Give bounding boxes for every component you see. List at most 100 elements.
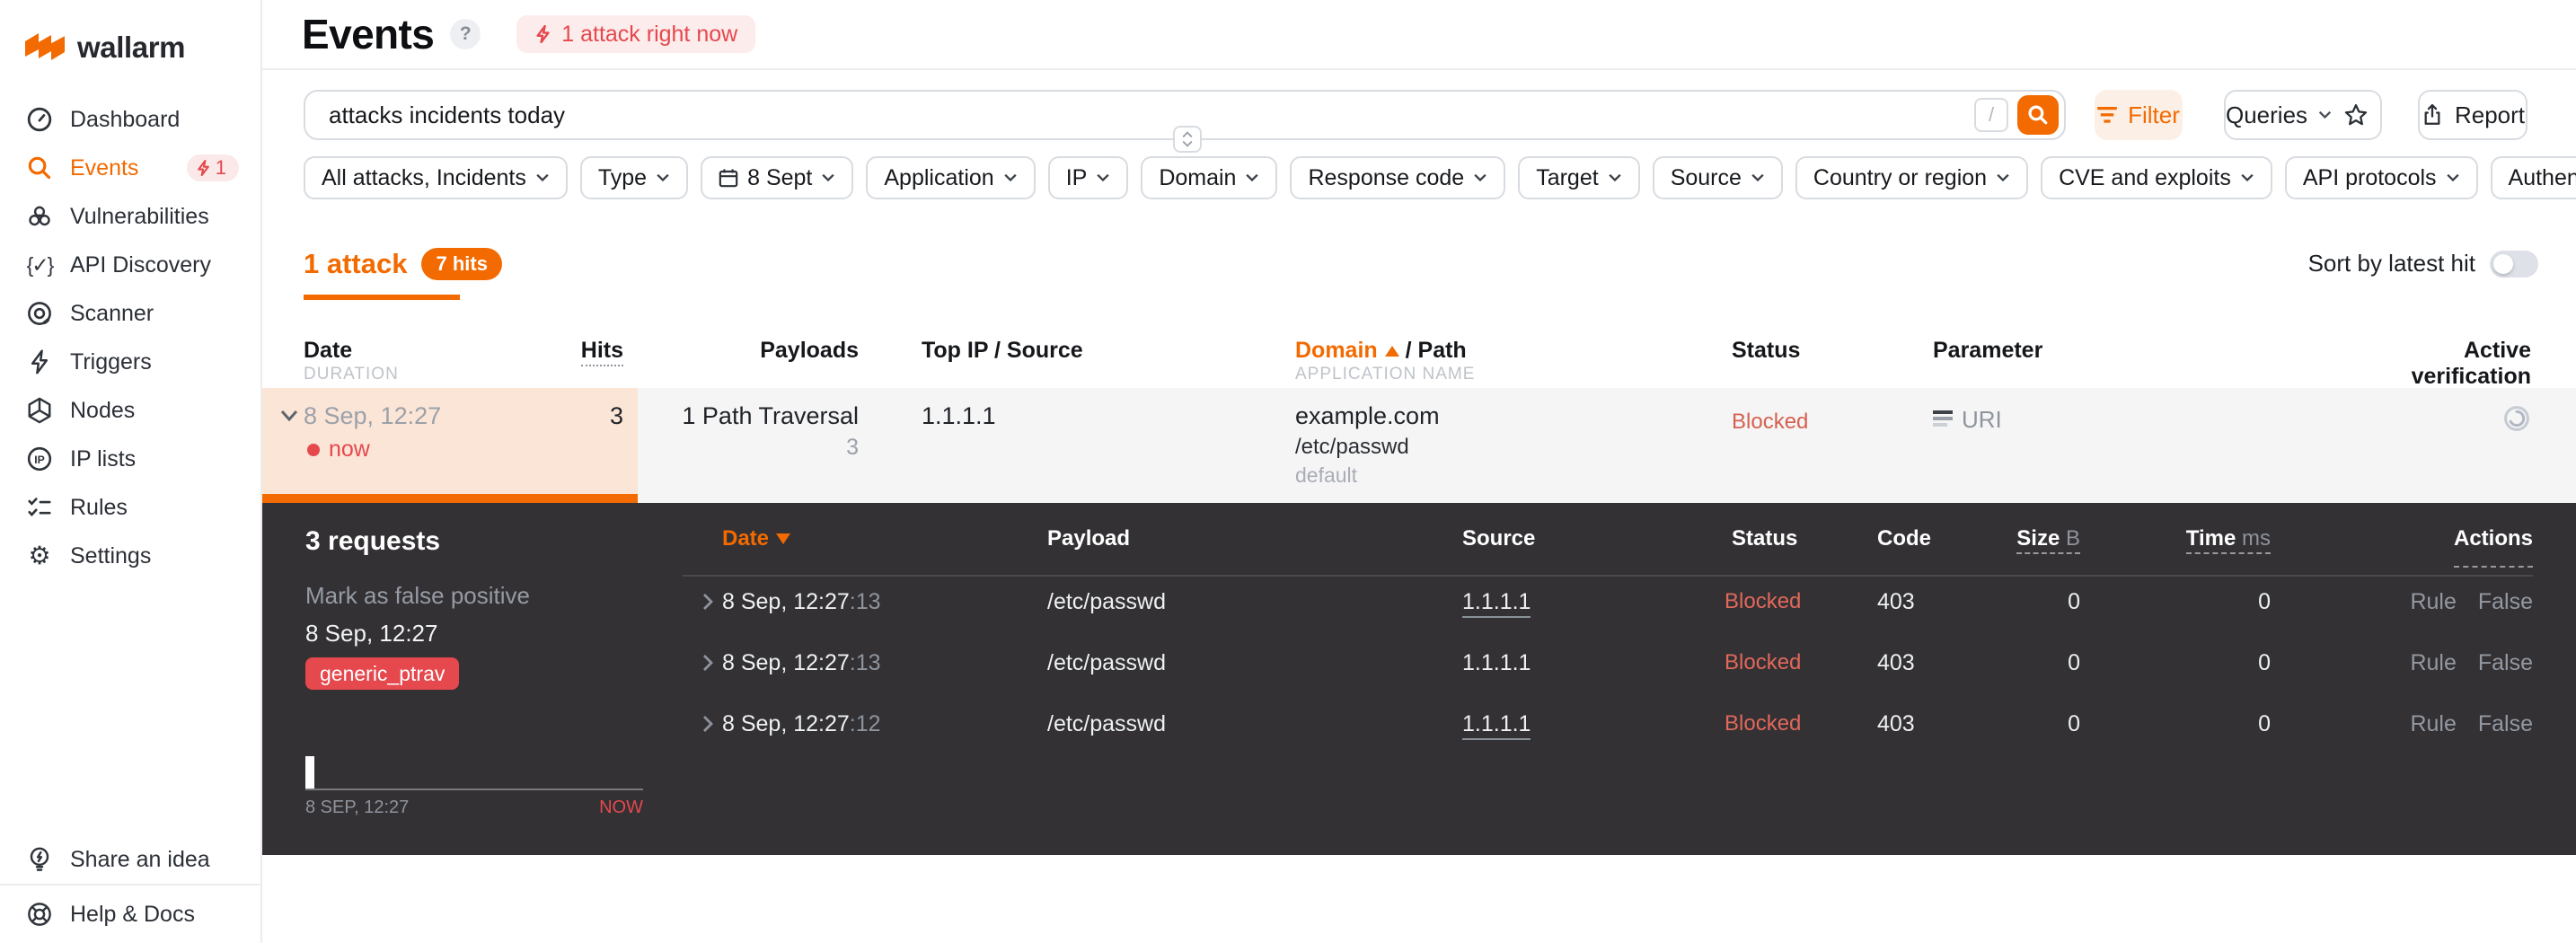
chevron-down-icon bbox=[1751, 173, 1764, 182]
requests-histogram-bar bbox=[305, 756, 314, 789]
sidebar-item-label: Nodes bbox=[70, 397, 136, 423]
sidebar-item-scanner[interactable]: Scanner bbox=[0, 289, 260, 338]
collapse-chevron-icon[interactable] bbox=[280, 410, 298, 422]
gauge-icon bbox=[25, 106, 54, 133]
rule-action[interactable]: Rule bbox=[2410, 632, 2456, 693]
filter-chip-api-protocols[interactable]: API protocols bbox=[2284, 156, 2478, 199]
histogram-axis-labels: 8 SEP, 12:27 NOW bbox=[305, 798, 643, 818]
chevron-down-icon bbox=[536, 173, 549, 182]
toggle-knob bbox=[2493, 253, 2513, 274]
request-row[interactable]: 8 Sep, 12:27:13 /etc/passwd 1.1.1.1 Bloc… bbox=[262, 571, 2576, 632]
header-parameter: Parameter bbox=[1933, 338, 2043, 363]
header-date[interactable]: Date bbox=[304, 338, 352, 364]
search-input[interactable] bbox=[305, 101, 1974, 129]
header-domain-path[interactable]: Domain / Path bbox=[1295, 338, 1467, 364]
bolt-icon bbox=[536, 24, 550, 44]
request-actions: Rule False bbox=[2299, 632, 2533, 693]
filter-chip-cve[interactable]: CVE and exploits bbox=[2041, 156, 2272, 199]
sidebar-item-settings[interactable]: ⚙ Settings bbox=[0, 532, 260, 580]
false-positive-action[interactable]: False bbox=[2478, 571, 2533, 632]
filter-button[interactable]: Filter bbox=[2095, 90, 2183, 140]
request-source[interactable]: 1.1.1.1 bbox=[1462, 693, 1531, 754]
attack-domain: example.com bbox=[1295, 402, 1440, 429]
attack-alert-text: 1 attack right now bbox=[561, 21, 738, 47]
sidebar-item-vulnerabilities[interactable]: Vulnerabilities bbox=[0, 192, 260, 241]
expand-chevron-icon[interactable] bbox=[702, 654, 713, 672]
sidebar-item-label: Dashboard bbox=[70, 106, 181, 132]
attack-payload-type: 1 Path Traversal bbox=[682, 402, 859, 429]
header-code: Code bbox=[1877, 526, 1931, 551]
filter-chip-target[interactable]: Target bbox=[1518, 156, 1640, 199]
false-positive-action[interactable]: False bbox=[2478, 632, 2533, 693]
expand-chevron-icon[interactable] bbox=[702, 593, 713, 611]
wallarm-logo[interactable]: wallarm bbox=[0, 0, 260, 74]
results-summary: 1 attack 7 hits bbox=[304, 248, 502, 280]
header-date[interactable]: Date bbox=[722, 514, 791, 564]
favorite-query-button[interactable] bbox=[2332, 90, 2382, 140]
request-source[interactable]: 1.1.1.1 bbox=[1462, 632, 1531, 693]
attack-alert-badge[interactable]: 1 attack right now bbox=[516, 15, 756, 53]
sidebar-item-triggers[interactable]: Triggers bbox=[0, 338, 260, 386]
chevron-down-icon bbox=[1474, 173, 1486, 182]
request-row[interactable]: 8 Sep, 12:27:13 /etc/passwd 1.1.1.1 Bloc… bbox=[262, 632, 2576, 693]
sidebar-item-label: Vulnerabilities bbox=[70, 203, 209, 229]
gear-icon: ⚙ bbox=[28, 542, 51, 569]
active-verification-icon[interactable] bbox=[2502, 404, 2531, 440]
attack-date: 8 Sep, 12:27 bbox=[304, 402, 442, 429]
header-time[interactable]: Time ms bbox=[2163, 514, 2271, 564]
brand-name: wallarm bbox=[77, 31, 186, 64]
search-resize-handle[interactable] bbox=[1173, 126, 1202, 153]
request-date: 8 Sep, 12:27:13 bbox=[722, 589, 881, 614]
sidebar-item-ip-lists[interactable]: IP IP lists bbox=[0, 435, 260, 483]
filter-chip-ip[interactable]: IP bbox=[1047, 156, 1129, 199]
sort-asc-icon bbox=[1384, 345, 1399, 357]
attack-count: 1 attack bbox=[304, 248, 408, 279]
filter-chip-authentication[interactable]: Authentication bbox=[2490, 156, 2576, 199]
hits-badge: 7 hits bbox=[421, 248, 502, 280]
filter-chip-country[interactable]: Country or region bbox=[1795, 156, 2029, 199]
queries-dropdown[interactable]: Queries bbox=[2224, 90, 2333, 140]
filter-chip-source[interactable]: Source bbox=[1652, 156, 1783, 199]
header-status: Status bbox=[1732, 338, 1801, 363]
checklist-icon bbox=[25, 494, 54, 521]
filter-chip-all-attacks[interactable]: All attacks, Incidents bbox=[304, 156, 568, 199]
sidebar-item-dashboard[interactable]: Dashboard bbox=[0, 95, 260, 144]
header-hits[interactable]: Hits bbox=[516, 338, 623, 366]
share-an-idea-button[interactable]: Share an idea bbox=[0, 835, 260, 884]
sidebar-item-rules[interactable]: Rules bbox=[0, 483, 260, 532]
false-positive-action[interactable]: False bbox=[2478, 693, 2533, 754]
sidebar-item-api-discovery[interactable]: {✓} API Discovery bbox=[0, 241, 260, 289]
filter-chip-application[interactable]: Application bbox=[866, 156, 1036, 199]
search-button[interactable] bbox=[2017, 95, 2059, 135]
request-status: Blocked bbox=[1725, 711, 1802, 736]
report-button[interactable]: Report bbox=[2418, 90, 2527, 140]
filter-chips-row: All attacks, Incidents Type 8 Sept Appli… bbox=[304, 156, 2576, 199]
sort-toggle[interactable] bbox=[2490, 250, 2538, 278]
help-and-docs-button[interactable]: Help & Docs bbox=[0, 884, 260, 943]
filter-label: Filter bbox=[2128, 101, 2180, 128]
filter-chip-response-code[interactable]: Response code bbox=[1290, 156, 1506, 199]
header-active-verification: Active verification bbox=[2411, 338, 2531, 389]
request-size: 0 bbox=[2068, 589, 2080, 614]
filter-chip-domain[interactable]: Domain bbox=[1141, 156, 1278, 199]
filter-chip-date[interactable]: 8 Sept bbox=[701, 156, 854, 199]
request-time: 0 bbox=[2258, 711, 2271, 736]
sidebar-footer: Share an idea Help & Docs bbox=[0, 835, 260, 943]
filter-chip-type[interactable]: Type bbox=[579, 156, 689, 199]
attack-row[interactable]: 8 Sep, 12:27 now 3 1 Path Traversal 3 1.… bbox=[262, 388, 2576, 503]
header-size[interactable]: Size B bbox=[1972, 514, 2080, 564]
expand-chevron-icon[interactable] bbox=[702, 715, 713, 733]
header-actions[interactable]: Actions bbox=[2299, 514, 2533, 568]
attack-payload-hits: 3 bbox=[846, 435, 859, 460]
rule-action[interactable]: Rule bbox=[2410, 571, 2456, 632]
sidebar-item-events[interactable]: Events 1 bbox=[0, 144, 260, 192]
request-row[interactable]: 8 Sep, 12:27:12 /etc/passwd 1.1.1.1 Bloc… bbox=[262, 693, 2576, 754]
help-icon[interactable]: ? bbox=[450, 19, 481, 49]
request-source[interactable]: 1.1.1.1 bbox=[1462, 571, 1531, 632]
request-payload: /etc/passwd bbox=[1047, 589, 1167, 614]
rule-action[interactable]: Rule bbox=[2410, 693, 2456, 754]
sidebar: wallarm Dashboard Events 1 Vulnerabiliti… bbox=[0, 0, 262, 943]
star-icon bbox=[2344, 104, 2368, 126]
request-date: 8 Sep, 12:27:13 bbox=[722, 650, 881, 675]
sidebar-item-nodes[interactable]: Nodes bbox=[0, 386, 260, 435]
